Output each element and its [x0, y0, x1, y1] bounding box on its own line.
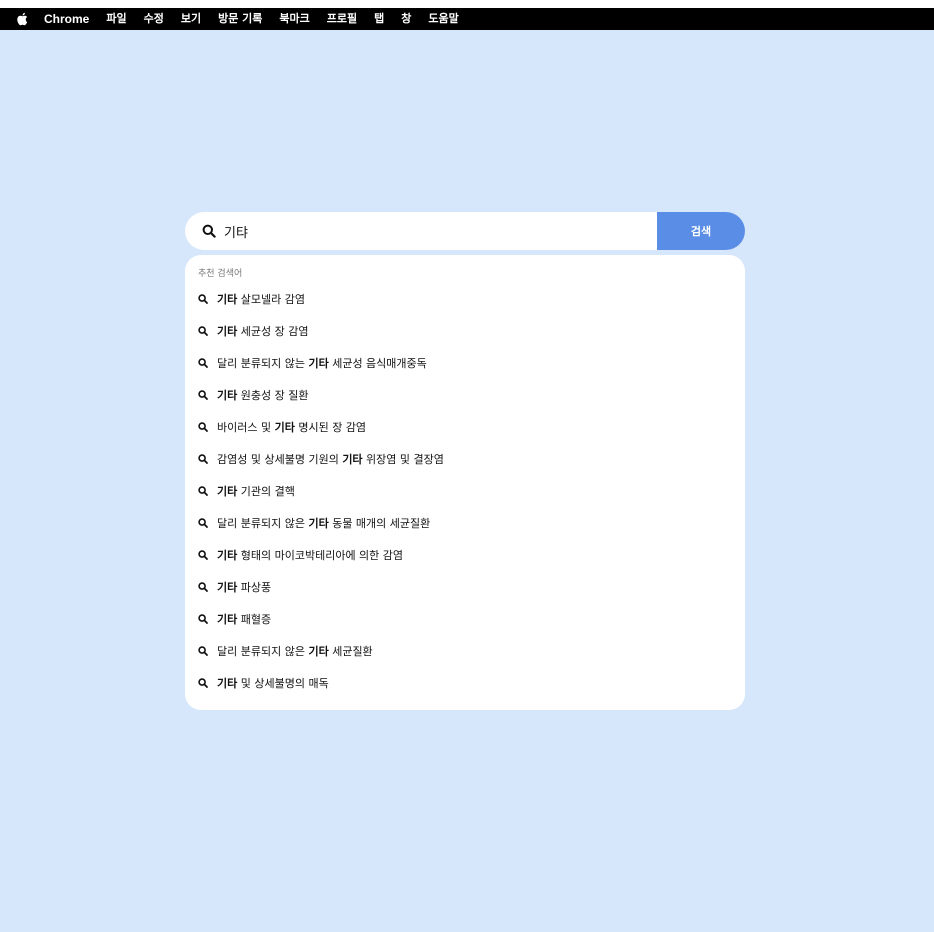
suggestion-text-prefix: 바이러스 및	[217, 421, 275, 434]
search-input[interactable]	[224, 212, 657, 250]
window-top-strip	[0, 0, 934, 8]
suggestion-item[interactable]: 기타 형태의 마이코박테리아에 의한 감염	[185, 539, 745, 571]
suggestion-text-suffix: 동물 매개의 세균질환	[328, 517, 431, 530]
suggestion-text-prefix: 달리 분류되지 않은	[217, 645, 309, 658]
suggestion-highlight: 기타	[217, 549, 238, 562]
suggestion-text-prefix: 달리 분류되지 않는	[217, 357, 309, 370]
suggestion-highlight: 기타	[217, 293, 238, 306]
suggestion-text-suffix: 위장염 및 결장염	[362, 453, 444, 466]
suggestion-text-suffix: 및 상세불명의 매독	[237, 677, 329, 690]
suggestions-header: 추천 검색어	[198, 269, 243, 279]
suggestion-item[interactable]: 기타 파상풍	[185, 571, 745, 603]
suggestion-item[interactable]: 기타 및 상세불명의 매독	[185, 667, 745, 699]
menu-help[interactable]: 도움말	[428, 8, 458, 30]
suggestion-item[interactable]: 달리 분류되지 않은 기타 동물 매개의 세균질환	[185, 507, 745, 539]
apple-logo-icon[interactable]	[16, 12, 28, 26]
suggestions-list: 기타 살모넬라 감염 기타 세균성 장 감염 달리 분류되지 않는 기타 세균성 음…	[185, 283, 745, 699]
menu-edit[interactable]: 수정	[144, 8, 164, 30]
search-icon	[198, 518, 208, 528]
menu-tab[interactable]: 탭	[374, 8, 384, 30]
suggestions-panel: 추천 검색어 기타 살모넬라 감염 기타 세균성 장 감염 달리 분류되지 않는 기…	[185, 255, 745, 710]
search-button[interactable]: 검색	[657, 212, 745, 250]
search-icon	[198, 486, 208, 496]
suggestion-item[interactable]: 기타 기관의 결핵	[185, 475, 745, 507]
suggestion-text-prefix: 감염성 및 상세불명 기원의	[217, 453, 343, 466]
suggestion-highlight: 기타	[217, 581, 238, 594]
suggestion-item[interactable]: 기타 원충성 장 질환	[185, 379, 745, 411]
suggestion-highlight: 기타	[308, 645, 329, 658]
suggestion-text-suffix: 기관의 결핵	[237, 485, 295, 498]
menu-bookmarks[interactable]: 북마크	[279, 8, 309, 30]
search-icon	[198, 582, 208, 592]
suggestion-highlight: 기타	[217, 677, 238, 690]
suggestion-item[interactable]: 달리 분류되지 않는 기타 세균성 음식매개중독	[185, 347, 745, 379]
suggestion-item[interactable]: 달리 분류되지 않은 기타 세균질환	[185, 635, 745, 667]
suggestion-text-suffix: 명시된 장 감염	[294, 421, 367, 434]
suggestion-highlight: 기타	[274, 421, 295, 434]
menu-profiles[interactable]: 프로필	[327, 8, 357, 30]
suggestion-item[interactable]: 감염성 및 상세불명 기원의 기타 위장염 및 결장염	[185, 443, 745, 475]
search-bar: 검색	[185, 212, 745, 250]
menu-chrome[interactable]: Chrome	[44, 8, 89, 30]
suggestion-highlight: 기타	[308, 357, 329, 370]
suggestion-highlight: 기타	[342, 453, 363, 466]
suggestion-text-suffix: 원충성 장 질환	[237, 389, 309, 402]
menu-file[interactable]: 파일	[106, 8, 126, 30]
suggestion-highlight: 기타	[217, 325, 238, 338]
menu-history[interactable]: 방문 기록	[218, 8, 262, 30]
search-icon	[202, 224, 216, 238]
search-icon	[198, 678, 208, 688]
suggestion-text-suffix: 세균성 장 감염	[237, 325, 309, 338]
suggestion-text-suffix: 파상풍	[237, 581, 272, 594]
search-icon	[198, 550, 208, 560]
suggestion-text-suffix: 형태의 마이코박테리아에 의한 감염	[237, 549, 404, 562]
search-icon	[198, 454, 208, 464]
suggestion-text-suffix: 세균질환	[328, 645, 373, 658]
suggestion-highlight: 기타	[217, 389, 238, 402]
search-icon	[198, 294, 208, 304]
search-icon	[198, 326, 208, 336]
search-icon	[198, 390, 208, 400]
suggestion-item[interactable]: 바이러스 및 기타 명시된 장 감염	[185, 411, 745, 443]
search-icon	[198, 358, 208, 368]
suggestion-item[interactable]: 기타 살모넬라 감염	[185, 283, 745, 315]
suggestion-highlight: 기타	[217, 613, 238, 626]
suggestion-text-prefix: 달리 분류되지 않은	[217, 517, 309, 530]
menu-window[interactable]: 창	[401, 8, 411, 30]
search-icon	[198, 422, 208, 432]
menu-bar: Chrome 파일 수정 보기 방문 기록 북마크 프로필 탭 창 도움말	[0, 8, 934, 30]
search-icon	[198, 646, 208, 656]
suggestion-text-suffix: 세균성 음식매개중독	[328, 357, 427, 370]
menu-view[interactable]: 보기	[181, 8, 201, 30]
search-icon	[198, 614, 208, 624]
suggestion-item[interactable]: 기타 세균성 장 감염	[185, 315, 745, 347]
suggestion-item[interactable]: 기타 패혈증	[185, 603, 745, 635]
suggestion-highlight: 기타	[308, 517, 329, 530]
suggestion-text-suffix: 살모넬라 감염	[237, 293, 305, 306]
suggestion-highlight: 기타	[217, 485, 238, 498]
suggestion-text-suffix: 패혈증	[237, 613, 272, 626]
